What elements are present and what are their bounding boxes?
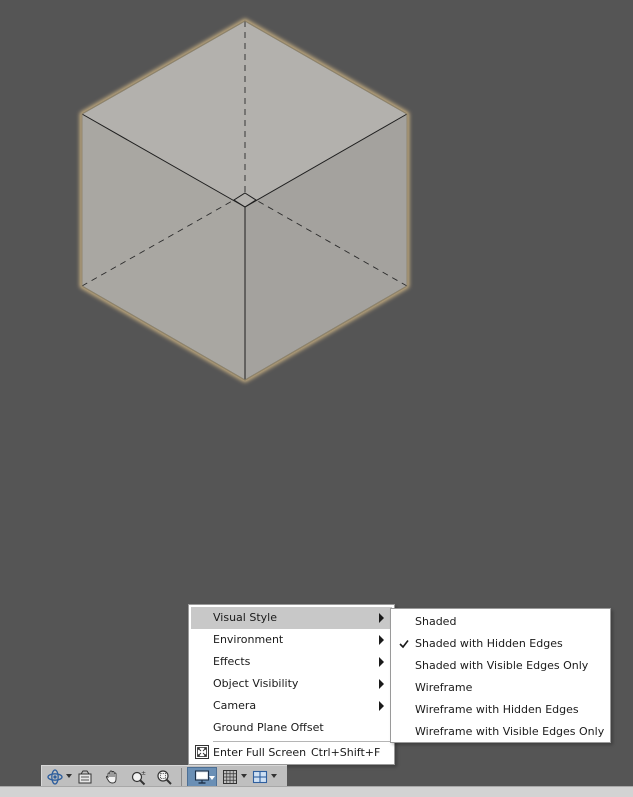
menu-item-label: Enter Full Screen <box>213 746 307 759</box>
grid-dropdown-icon[interactable] <box>241 774 247 778</box>
orbit-icon <box>47 769 63 785</box>
svg-text:±: ± <box>141 770 146 777</box>
menu-item-environment[interactable]: Environment <box>191 629 392 651</box>
multi-view-dropdown-icon[interactable] <box>271 774 277 778</box>
multi-view-icon <box>252 770 268 784</box>
submenu-item-wireframe[interactable]: Wireframe <box>393 677 608 699</box>
menu-item-effects[interactable]: Effects <box>191 651 392 673</box>
submenu-item-label: Shaded <box>415 615 457 628</box>
display-mode-button[interactable] <box>187 767 217 787</box>
submenu-arrow-icon <box>379 657 384 667</box>
zoom-icon: ± <box>131 770 146 785</box>
fullscreen-icon <box>195 745 209 759</box>
look-at-button[interactable] <box>75 767 95 787</box>
submenu-item-shaded[interactable]: Shaded <box>393 611 608 633</box>
look-at-icon <box>78 770 92 784</box>
submenu-item-shaded-hidden-edges[interactable]: Shaded with Hidden Edges <box>393 633 608 655</box>
submenu-item-shaded-visible-edges[interactable]: Shaded with Visible Edges Only <box>393 655 608 677</box>
menu-item-visual-style[interactable]: Visual Style <box>191 607 392 629</box>
orbit-dropdown-icon[interactable] <box>66 774 72 778</box>
zoom-button[interactable]: ± <box>128 767 148 787</box>
pan-icon <box>105 770 117 784</box>
viewport-context-menu: Visual Style Environment Effects Object … <box>188 604 395 765</box>
status-bar <box>0 786 633 797</box>
menu-item-enter-full-screen[interactable]: Enter Full Screen Ctrl+Shift+F <box>191 742 392 764</box>
grid-button[interactable] <box>220 767 240 787</box>
multi-view-button[interactable] <box>250 767 270 787</box>
submenu-item-wireframe-hidden-edges[interactable]: Wireframe with Hidden Edges <box>393 699 608 721</box>
submenu-item-label: Wireframe <box>415 681 473 694</box>
grid-icon <box>223 770 237 784</box>
menu-item-object-visibility[interactable]: Object Visibility <box>191 673 392 695</box>
menu-item-shortcut: Ctrl+Shift+F <box>311 746 381 759</box>
submenu-item-label: Shaded with Hidden Edges <box>415 637 563 650</box>
submenu-item-label: Shaded with Visible Edges Only <box>415 659 589 672</box>
menu-item-label: Ground Plane Offset <box>213 721 324 734</box>
menu-item-label: Object Visibility <box>213 677 299 690</box>
checkmark-icon <box>399 640 409 649</box>
submenu-item-wireframe-visible-edges[interactable]: Wireframe with Visible Edges Only <box>393 721 608 743</box>
visual-style-submenu: Shaded Shaded with Hidden Edges Shaded w… <box>390 608 611 743</box>
pan-button[interactable] <box>102 767 122 787</box>
zoom-window-icon <box>156 769 172 785</box>
submenu-item-label: Wireframe with Hidden Edges <box>415 703 579 716</box>
submenu-arrow-icon <box>379 701 384 711</box>
submenu-arrow-icon <box>379 635 384 645</box>
submenu-arrow-icon <box>379 613 384 623</box>
orbit-button[interactable] <box>45 767 65 787</box>
menu-item-camera[interactable]: Camera <box>191 695 392 717</box>
menu-item-label: Visual Style <box>213 611 277 624</box>
menu-item-label: Camera <box>213 699 257 712</box>
toolbar-separator <box>181 768 182 786</box>
display-mode-icon <box>194 770 210 784</box>
submenu-item-label: Wireframe with Visible Edges Only <box>415 725 605 738</box>
menu-item-ground-plane-offset[interactable]: Ground Plane Offset <box>191 717 392 739</box>
display-mode-dropdown-icon <box>209 776 215 780</box>
menu-item-label: Environment <box>213 633 284 646</box>
submenu-arrow-icon <box>379 679 384 689</box>
navigation-toolbar: ± <box>41 765 287 788</box>
menu-item-label: Effects <box>213 655 251 668</box>
zoom-window-button[interactable] <box>154 767 174 787</box>
